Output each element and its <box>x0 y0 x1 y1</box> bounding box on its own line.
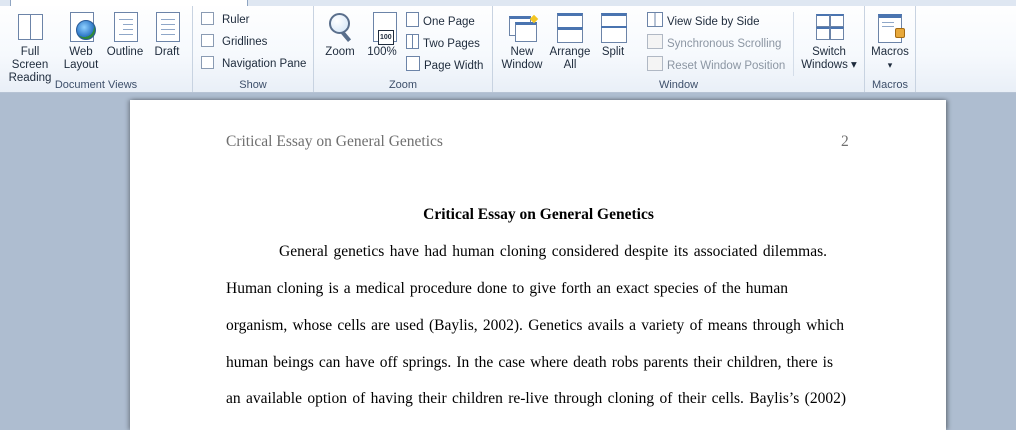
running-header-title: Critical Essay on General Genetics <box>226 133 443 150</box>
group-window: New Window Arrange All Split View Side b… <box>493 6 865 92</box>
gridlines-checkbox[interactable]: Gridlines <box>201 34 267 50</box>
group-document-views: Full Screen Reading Web Layout Outline D… <box>0 6 193 92</box>
draft-icon <box>153 12 181 42</box>
zoom-100-label: 100% <box>367 46 397 58</box>
draft-label: Draft <box>154 46 180 58</box>
split-label: Split <box>601 46 625 58</box>
one-page-label: One Page <box>423 16 475 28</box>
macros-label: Macros <box>871 46 909 58</box>
one-page-button[interactable]: One Page <box>406 12 475 28</box>
full-screen-reading-button[interactable]: Full Screen Reading <box>1 12 59 85</box>
reset-window-position-label: Reset Window Position <box>667 60 786 72</box>
full-screen-reading-icon <box>16 12 44 42</box>
macros-icon <box>876 12 905 43</box>
navigation-pane-checkbox[interactable]: Navigation Pane <box>201 56 306 72</box>
navigation-pane-checkbox-box[interactable] <box>201 56 214 69</box>
zoom-100-button[interactable]: 100 100% <box>362 12 402 59</box>
page-width-label: Page Width <box>424 60 484 72</box>
body-line[interactable]: Human cloning is a medical procedure don… <box>226 280 788 298</box>
page-100-icon: 100 <box>368 12 397 45</box>
draft-button[interactable]: Draft <box>148 12 186 59</box>
arrange-all-button[interactable]: Arrange All <box>547 12 593 72</box>
view-side-by-side-icon <box>647 12 663 27</box>
synchronous-scrolling-label: Synchronous Scrolling <box>667 38 782 50</box>
arrange-all-label-1: Arrange <box>549 46 591 58</box>
magnifier-icon <box>326 12 354 42</box>
new-window-icon <box>508 12 539 42</box>
one-page-icon <box>406 12 419 27</box>
macros-button[interactable]: Macros ▾ <box>867 12 913 72</box>
new-window-button[interactable]: New Window <box>497 12 547 72</box>
outline-button[interactable]: Outline <box>103 12 147 59</box>
page-100-icon-text: 100 <box>378 30 394 45</box>
zoom-label: Zoom <box>325 46 355 58</box>
split-button[interactable]: Split <box>595 12 631 59</box>
two-pages-button[interactable]: Two Pages <box>406 34 480 50</box>
group-show: Ruler Gridlines Navigation Pane Show <box>193 6 314 92</box>
outline-label: Outline <box>106 46 144 58</box>
group-label-show: Show <box>239 79 267 91</box>
gridlines-label: Gridlines <box>222 36 268 48</box>
switch-windows-label-2: Windows ▾ <box>801 59 857 71</box>
group-macros: Macros ▾ Macros <box>865 6 916 92</box>
group-label-macros: Macros <box>871 79 909 91</box>
split-icon <box>599 12 627 43</box>
ruler-label: Ruler <box>222 14 250 26</box>
synchronous-scrolling-button[interactable]: Synchronous Scrolling <box>647 34 781 50</box>
body-line[interactable]: an available option of having their chil… <box>226 390 846 408</box>
view-side-by-side-label: View Side by Side <box>667 16 760 28</box>
page-width-icon <box>406 56 420 71</box>
web-layout-label-2: Layout <box>63 59 99 71</box>
web-layout-button[interactable]: Web Layout <box>60 12 102 72</box>
body-line[interactable]: human beings can have off springs. In th… <box>226 354 833 372</box>
outline-icon <box>111 12 139 42</box>
window-group-divider <box>793 12 794 76</box>
synchronous-scrolling-icon <box>647 34 663 49</box>
two-pages-icon <box>406 34 419 49</box>
full-screen-reading-label-1: Full Screen <box>11 46 49 71</box>
ruler-checkbox-box[interactable] <box>201 12 214 25</box>
group-label-window: Window <box>658 79 699 91</box>
zoom-button[interactable]: Zoom <box>320 12 360 59</box>
essay-title[interactable]: Critical Essay on General Genetics <box>226 206 851 224</box>
macros-dropdown-arrow: ▾ <box>887 60 893 70</box>
page-width-button[interactable]: Page Width <box>406 56 483 72</box>
body-line[interactable]: organism, whose cells are used (Baylis, … <box>226 317 844 335</box>
switch-windows-icon <box>815 12 844 42</box>
reset-window-position-icon <box>647 56 663 71</box>
arrange-all-label-2: All <box>563 59 577 71</box>
navigation-pane-label: Navigation Pane <box>222 58 307 70</box>
group-label-zoom: Zoom <box>388 79 418 91</box>
ruler-checkbox[interactable]: Ruler <box>201 12 249 28</box>
switch-windows-button[interactable]: Switch Windows ▾ <box>796 12 862 72</box>
web-layout-icon <box>67 12 96 42</box>
new-window-label-2: Window <box>501 59 543 71</box>
ribbon: Full Screen Reading Web Layout Outline D… <box>0 0 1016 93</box>
two-pages-label: Two Pages <box>423 38 480 50</box>
page-number: 2 <box>841 133 849 150</box>
group-zoom: Zoom 100 100% One Page Two Pages Page Wi… <box>314 6 493 92</box>
body-line[interactable]: General genetics have had human cloning … <box>279 243 827 261</box>
group-label-document-views: Document Views <box>54 79 138 91</box>
gridlines-checkbox-box[interactable] <box>201 34 214 47</box>
view-side-by-side-button[interactable]: View Side by Side <box>647 12 759 28</box>
web-layout-label-1: Web <box>69 46 93 58</box>
reset-window-position-button[interactable]: Reset Window Position <box>647 56 785 72</box>
switch-windows-label-1: Switch <box>812 46 846 58</box>
new-window-label-1: New <box>510 46 534 58</box>
arrange-all-icon <box>556 12 584 43</box>
